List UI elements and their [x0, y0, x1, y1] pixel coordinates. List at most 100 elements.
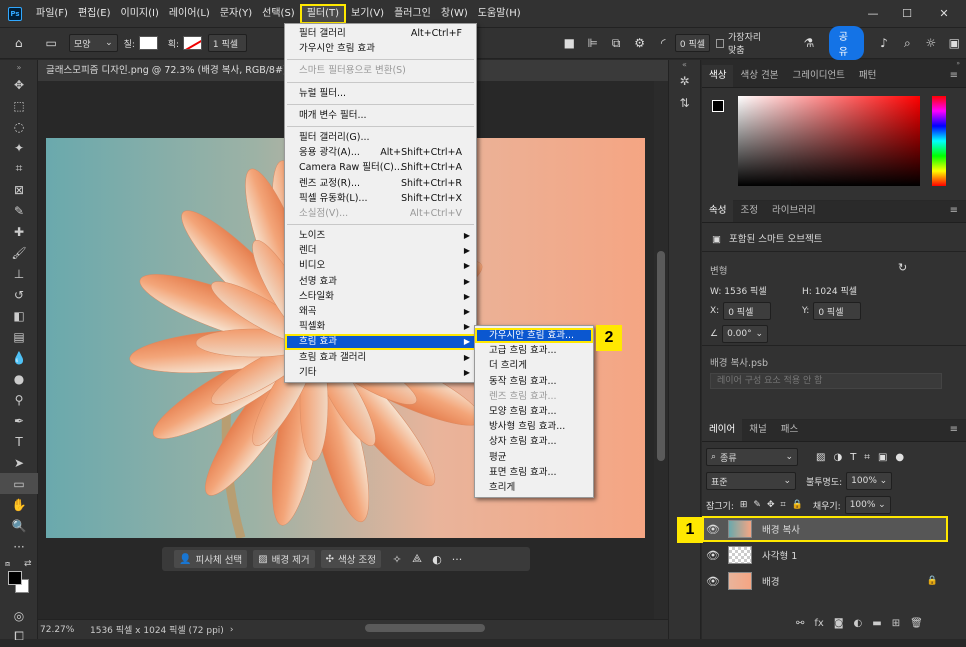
tab-gradients[interactable]: 그레이디언트 — [785, 65, 851, 87]
type-tool-icon[interactable]: T — [0, 431, 38, 452]
opacity-field[interactable]: 100% ⌄ — [846, 472, 893, 490]
menu-item[interactable]: 흐리게 — [475, 480, 593, 495]
menu-item[interactable]: 왜곡 ▶ — [285, 304, 476, 319]
default-colors-icon[interactable]: ⧈ — [5, 559, 10, 569]
frame-tool-icon[interactable]: ⊠ — [0, 179, 38, 200]
add-mask-icon[interactable]: ◙ — [834, 618, 844, 629]
tab-patterns[interactable]: 패턴 — [852, 65, 883, 87]
menu-item[interactable]: 뉴럴 필터... — [285, 86, 476, 101]
pen-tool-icon[interactable]: ✒ — [0, 410, 38, 431]
new-group-icon[interactable]: ▬ — [872, 618, 881, 629]
tab-properties[interactable]: 속성 — [702, 200, 734, 222]
filter-toggle-icon[interactable]: ● — [895, 452, 904, 463]
status-arrow-icon[interactable]: › — [230, 625, 234, 635]
clone-stamp-tool-icon[interactable]: ⊥ — [0, 263, 38, 284]
new-layer-icon[interactable]: ⊞ — [892, 618, 900, 629]
eraser-tool-icon[interactable]: ◧ — [0, 305, 38, 326]
y-field[interactable]: 0 픽셀 — [813, 302, 862, 320]
panel-menu-icon[interactable]: ≡ — [950, 424, 958, 435]
eye-icon[interactable]: 👁 — [702, 523, 724, 536]
hand-tool-icon[interactable]: ✋ — [0, 494, 38, 515]
menu-layer[interactable]: 레이어(L) — [164, 4, 215, 24]
filter-type-icon[interactable]: T — [850, 452, 856, 463]
blend-mode-select[interactable]: 표준 ⌄ — [706, 472, 796, 490]
rectangle-tool-preset-icon[interactable]: ▭ — [44, 35, 57, 51]
remove-background-button[interactable]: ▨ 배경 제거 — [253, 550, 315, 568]
menu-view[interactable]: 보기(V) — [346, 4, 389, 24]
menu-item[interactable]: 비디오 ▶ — [285, 258, 476, 273]
hue-slider[interactable] — [932, 96, 946, 186]
filter-shape-icon[interactable]: ⌗ — [864, 452, 870, 463]
stroke-swatch[interactable] — [183, 36, 202, 50]
zoom-level[interactable]: 72.27% — [40, 625, 90, 635]
menu-edit[interactable]: 편집(E) — [73, 4, 116, 24]
eye-icon[interactable]: 👁 — [702, 575, 724, 588]
vertical-scrollbar[interactable] — [654, 81, 668, 619]
delete-layer-icon[interactable]: 🗑 — [910, 618, 923, 629]
align-edges-checkbox[interactable] — [716, 38, 725, 48]
lock-image-icon[interactable]: ✎ — [753, 500, 761, 510]
burn-tool-icon[interactable]: ⚲ — [0, 389, 38, 410]
gear-icon[interactable]: ⚙ — [633, 35, 646, 51]
link-layers-icon[interactable]: ⚯ — [796, 618, 804, 629]
menu-item[interactable]: 렌더 ▶ — [285, 243, 476, 258]
collapse-icon[interactable]: » — [0, 60, 38, 74]
more-options-icon[interactable]: ··· — [447, 553, 467, 566]
share-button[interactable]: 공유 — [828, 26, 865, 60]
tab-color[interactable]: 색상 — [702, 65, 734, 87]
sparkle-icon[interactable]: ✧ — [387, 553, 407, 566]
menu-item[interactable]: 필터 갤러리(G)... — [285, 130, 476, 145]
lightbulb-icon[interactable]: ☼ — [924, 35, 937, 51]
screen-mode-icon[interactable]: ⧠ — [0, 626, 38, 647]
menu-type[interactable]: 문자(Y) — [215, 4, 257, 24]
menu-item[interactable]: 흐림 효과 ▶ — [285, 334, 476, 350]
home-icon[interactable]: ⌂ — [12, 35, 25, 51]
menu-item[interactable]: 선명 효과 ▶ — [285, 274, 476, 289]
path-alignment-icon[interactable]: ⊫ — [586, 35, 599, 51]
menu-plugins[interactable]: 플러그인 — [389, 4, 436, 24]
menu-item[interactable]: 방사형 흐림 효과... — [475, 419, 593, 434]
dodge-tool-icon[interactable]: ● — [0, 368, 38, 389]
tab-channels[interactable]: 채널 — [742, 419, 773, 441]
menu-item[interactable]: 스타일화 ▶ — [285, 289, 476, 304]
workspace-icon[interactable]: ▣ — [948, 35, 961, 51]
maximize-button[interactable]: ☐ — [890, 0, 924, 27]
menu-item[interactable]: 렌즈 교정(R)... Shift+Ctrl+R — [285, 176, 476, 191]
tab-libraries[interactable]: 라이브러리 — [765, 200, 823, 222]
menu-item[interactable]: 상자 흐림 효과... — [475, 434, 593, 449]
menu-item[interactable]: 노이즈 ▶ — [285, 228, 476, 243]
brush-tool-icon[interactable]: 🖌 — [0, 242, 38, 263]
tab-layers[interactable]: 레이어 — [702, 419, 743, 441]
path-operations-icon[interactable]: ■ — [563, 35, 576, 51]
new-adjustment-icon[interactable]: ◐ — [854, 618, 863, 629]
stroke-width-field[interactable]: 1 픽셀 — [207, 34, 247, 52]
menu-item[interactable]: 더 흐리게 — [475, 358, 593, 373]
eye-icon[interactable]: 👁 — [702, 549, 724, 562]
magic-wand-tool-icon[interactable]: ✦ — [0, 137, 38, 158]
crop-tool-icon[interactable]: ⌗ — [0, 158, 38, 179]
menu-item[interactable]: 픽셀화 ▶ — [285, 319, 476, 334]
menu-item[interactable]: 응용 광각(A)... Alt+Shift+Ctrl+A — [285, 145, 476, 160]
flask-icon[interactable]: ⚗ — [802, 35, 815, 51]
healing-brush-tool-icon[interactable]: ✚ — [0, 221, 38, 242]
tab-adjustments[interactable]: 조정 — [733, 200, 764, 222]
menu-image[interactable]: 이미지(I) — [116, 4, 164, 24]
bell-icon[interactable]: ♪ — [877, 35, 890, 51]
reset-transform-icon[interactable]: ↻ — [898, 261, 907, 274]
fill-field[interactable]: 100% ⌄ — [844, 496, 891, 514]
w-value[interactable]: 1536 픽셀 — [724, 287, 766, 297]
menu-item[interactable]: 가우시안 흐림 효과 — [285, 41, 476, 56]
history-brush-tool-icon[interactable]: ↺ — [0, 284, 38, 305]
menu-filter[interactable]: 필터(T) — [299, 3, 347, 24]
more-tools-icon[interactable]: ··· — [0, 536, 38, 557]
menu-item[interactable]: 흐림 효과 갤러리 ▶ — [285, 350, 476, 365]
layer-row[interactable]: 👁 배경 복사 — [702, 516, 948, 542]
menu-item[interactable]: 가우시안 흐림 효과... — [475, 328, 593, 344]
move-tool-icon[interactable]: ✥ — [0, 74, 38, 95]
menu-item[interactable]: 고급 흐림 효과... — [475, 343, 593, 358]
lock-all-icon[interactable]: 🔒 — [792, 500, 803, 510]
h-value[interactable]: 1024 픽셀 — [815, 287, 857, 297]
transform-icon[interactable]: ⟁ — [407, 552, 427, 566]
path-selection-tool-icon[interactable]: ➤ — [0, 452, 38, 473]
expand-icon[interactable]: « — [669, 60, 700, 74]
